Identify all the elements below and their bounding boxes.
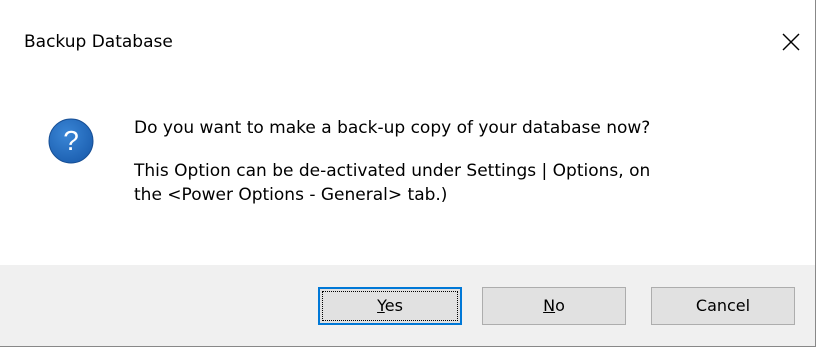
dialog-title: Backup Database — [24, 32, 173, 52]
close-icon — [782, 33, 800, 51]
yes-button[interactable]: Yes — [318, 287, 462, 325]
title-bar[interactable]: Backup Database — [0, 0, 815, 84]
cancel-label: Cancel — [695, 296, 751, 315]
no-mnemonic: N — [543, 296, 556, 315]
question-icon: ? — [48, 118, 94, 164]
focus-ring — [322, 291, 458, 321]
message-line-1: Do you want to make a back-up copy of yo… — [134, 118, 651, 138]
dialog-content: ? Do you want to make a back-up copy of … — [0, 84, 815, 265]
button-bar: Yes No Cancel — [0, 265, 815, 346]
close-button[interactable] — [768, 18, 814, 66]
message-line-3: the <Power Options - General> tab.) — [134, 185, 448, 205]
no-label-rest: o — [555, 296, 565, 315]
backup-database-dialog: Backup Database ? Do you want to make a … — [0, 0, 816, 347]
no-button[interactable]: No — [482, 287, 626, 325]
no-label: No — [543, 296, 565, 315]
message-line-2: This Option can be de-activated under Se… — [134, 161, 651, 181]
question-glyph: ? — [63, 125, 79, 156]
cancel-button[interactable]: Cancel — [651, 287, 795, 325]
